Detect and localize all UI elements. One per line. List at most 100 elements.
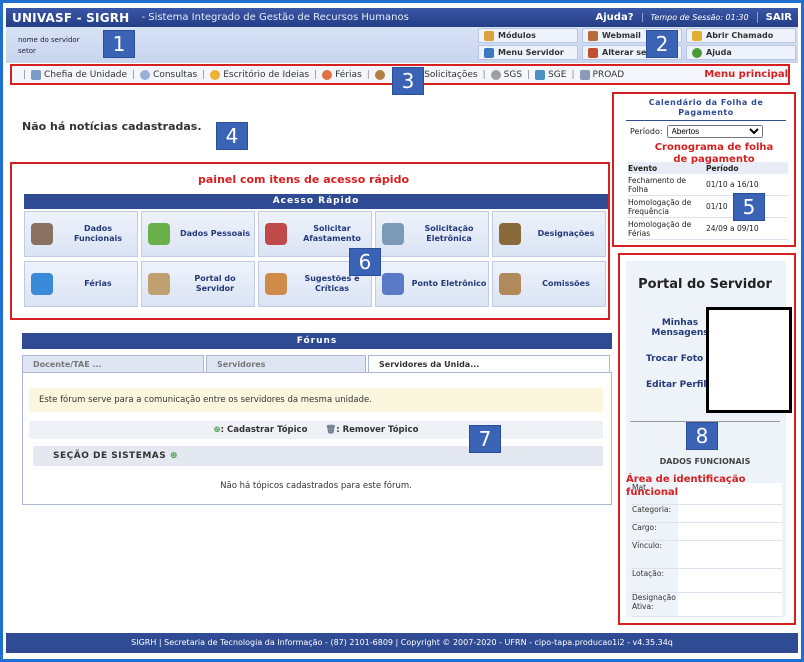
payroll-annotation: Cronograma de folha de pagamento [654, 142, 774, 165]
open-ticket-shortcut[interactable]: Abrir Chamado [686, 28, 796, 43]
session-timer: Tempo de Sessão: 01:30 [641, 13, 749, 22]
field-label: Designação Ativa: [632, 593, 676, 611]
field-value [678, 593, 782, 616]
top-bar: UNIVASF - SIGRH - Sistema Integrado de G… [6, 8, 798, 27]
table-row: Homologação de Férias 24/09 a 09/10 [628, 218, 788, 240]
period-cell: 01/10 a 16/10 [706, 180, 759, 189]
forum-empty-message: Não há tópicos cadastrados para este fór… [220, 481, 412, 491]
vacation-icon [322, 69, 333, 80]
menu-item-sge[interactable]: SGE [535, 69, 567, 80]
gear-icon [490, 69, 501, 80]
edit-profile-link[interactable]: Editar Perfil [646, 380, 707, 390]
menu-icon [484, 47, 494, 58]
callout-badge-8: 8 [686, 422, 718, 450]
tab-servidores-unidade[interactable]: Servidores da Unida... [368, 355, 610, 372]
help-shortcut[interactable]: Ajuda [686, 45, 796, 60]
id-row: Categoria: [632, 505, 782, 523]
field-label: Lotação: [632, 569, 665, 578]
footer: SIGRH | Secretaria de Tecnologia da Info… [6, 633, 798, 653]
change-photo-link[interactable]: Trocar Foto [646, 354, 703, 364]
quick-ferias[interactable]: Férias [24, 261, 138, 307]
payroll-title: Calendário da Folha de Pagamento [626, 98, 786, 121]
tab-servidores[interactable]: Servidores [206, 355, 366, 372]
shortcut-label: Menu Servidor [498, 48, 564, 57]
remove-topic-label: : Remover Tópico [336, 425, 419, 435]
modules-icon [484, 30, 494, 41]
tab-docente-tae[interactable]: Docente/TAE ... [22, 355, 204, 372]
menu-item-ferias[interactable]: Férias [322, 69, 362, 80]
period-select[interactable]: Abertos [666, 125, 763, 138]
section-title: SEÇÃO DE SISTEMAS [53, 451, 167, 461]
menu-item-sgs[interactable]: SGS [490, 69, 522, 80]
field-label: Cargo: [632, 523, 657, 532]
quick-solicitacao-eletronica[interactable]: Solicitação Eletrônica [375, 211, 489, 257]
user-sector: setor [18, 47, 36, 55]
quick-dados-funcionais[interactable]: Dados Funcionais [24, 211, 138, 257]
trash-icon: 🗑 [325, 425, 337, 435]
id-row: Designação Ativa: [632, 593, 782, 617]
webmail-icon [588, 30, 598, 41]
logout-link[interactable]: SAIR [756, 12, 792, 23]
field-value [678, 569, 782, 592]
menu-item-label: SGE [548, 69, 567, 80]
id-row: Lotação: [632, 569, 782, 593]
airplane-icon [31, 273, 53, 295]
shortcut-label: Abrir Chamado [706, 31, 774, 40]
id-row: Vínculo: [632, 541, 782, 569]
forum-section: SEÇÃO DE SISTEMAS ⊕ [33, 446, 603, 466]
system-title: UNIVASF - SIGRH [12, 10, 130, 25]
forums-header: Fóruns [22, 333, 612, 349]
quick-portal-servidor[interactable]: Portal do Servidor [141, 261, 255, 307]
checklist-icon [382, 273, 404, 295]
remove-topic-button[interactable]: 🗑: Remover Tópico [325, 425, 418, 435]
forum-tabs: Docente/TAE ... Servidores Servidores da… [22, 355, 612, 372]
payroll-calendar: Calendário da Folha de Pagamento Período… [612, 92, 796, 247]
field-value [678, 523, 782, 540]
lightbulb-icon [210, 69, 221, 80]
field-value [678, 505, 782, 522]
quick-item-label: Comissões [542, 279, 590, 288]
period-cell: 24/09 a 09/10 [706, 224, 759, 233]
menu-item-consultas[interactable]: Consultas [140, 69, 198, 80]
event-cell: Fechamento de Folha [628, 175, 686, 194]
event-cell: Homologação de Frequência [628, 197, 692, 216]
help-link[interactable]: Ajuda? [596, 12, 634, 23]
quick-comissoes[interactable]: Comissões [492, 261, 606, 307]
person-icon [148, 223, 170, 245]
period-filter: Período: Abertos [630, 125, 763, 138]
employee-icon [31, 223, 53, 245]
file-icon [579, 69, 590, 80]
shortcut-grid: Módulos Webmail Abrir Chamado Menu Servi… [478, 28, 796, 60]
forum-description: Este fórum serve para a comunicação entr… [29, 388, 603, 412]
menu-item-hidden[interactable] [374, 69, 385, 80]
modules-shortcut[interactable]: Módulos [478, 28, 578, 43]
menu-item-proad[interactable]: PROAD [579, 69, 625, 80]
profile-photo [706, 307, 792, 413]
quick-item-label: Solicitação Eletrônica [424, 224, 474, 243]
add-topic-button[interactable]: ⊕: Cadastrar Tópico [214, 425, 308, 435]
add-topic-label: : Cadastrar Tópico [220, 425, 308, 435]
add-section-icon[interactable]: ⊕ [170, 451, 178, 461]
help-icon [692, 47, 702, 58]
field-value [678, 541, 782, 568]
quick-item-label: Sugestões e Críticas [304, 274, 360, 293]
menu-item-chefia[interactable]: Chefia de Unidade [31, 69, 127, 80]
quick-designacoes[interactable]: Designações [492, 211, 606, 257]
quick-item-label: Solicitar Afastamento [303, 224, 361, 243]
quick-dados-pessoais[interactable]: Dados Pessoais [141, 211, 255, 257]
quick-access-grid: Dados Funcionais Dados Pessoais Solicita… [24, 211, 608, 307]
ticket-icon [692, 30, 702, 41]
functional-data-header: DADOS FUNCIONAIS [659, 457, 751, 466]
quick-item-label: Designações [537, 229, 595, 238]
portal-title: Portal do Servidor [638, 277, 772, 292]
quick-item-label: Dados Funcionais [73, 224, 123, 243]
user-icon [374, 69, 385, 80]
server-menu-shortcut[interactable]: Menu Servidor [478, 45, 578, 60]
period-label: Período: [630, 127, 663, 136]
functional-data: Mat. Categoria: Cargo: Vínculo: Lotação:… [632, 483, 782, 617]
unit-icon [31, 69, 42, 80]
menu-item-ideias[interactable]: Escritório de Ideias [210, 69, 309, 80]
menu-item-label: Consultas [153, 69, 198, 80]
menu-item-label: PROAD [592, 69, 625, 80]
quick-ponto-eletronico[interactable]: Ponto Eletrônico [375, 261, 489, 307]
